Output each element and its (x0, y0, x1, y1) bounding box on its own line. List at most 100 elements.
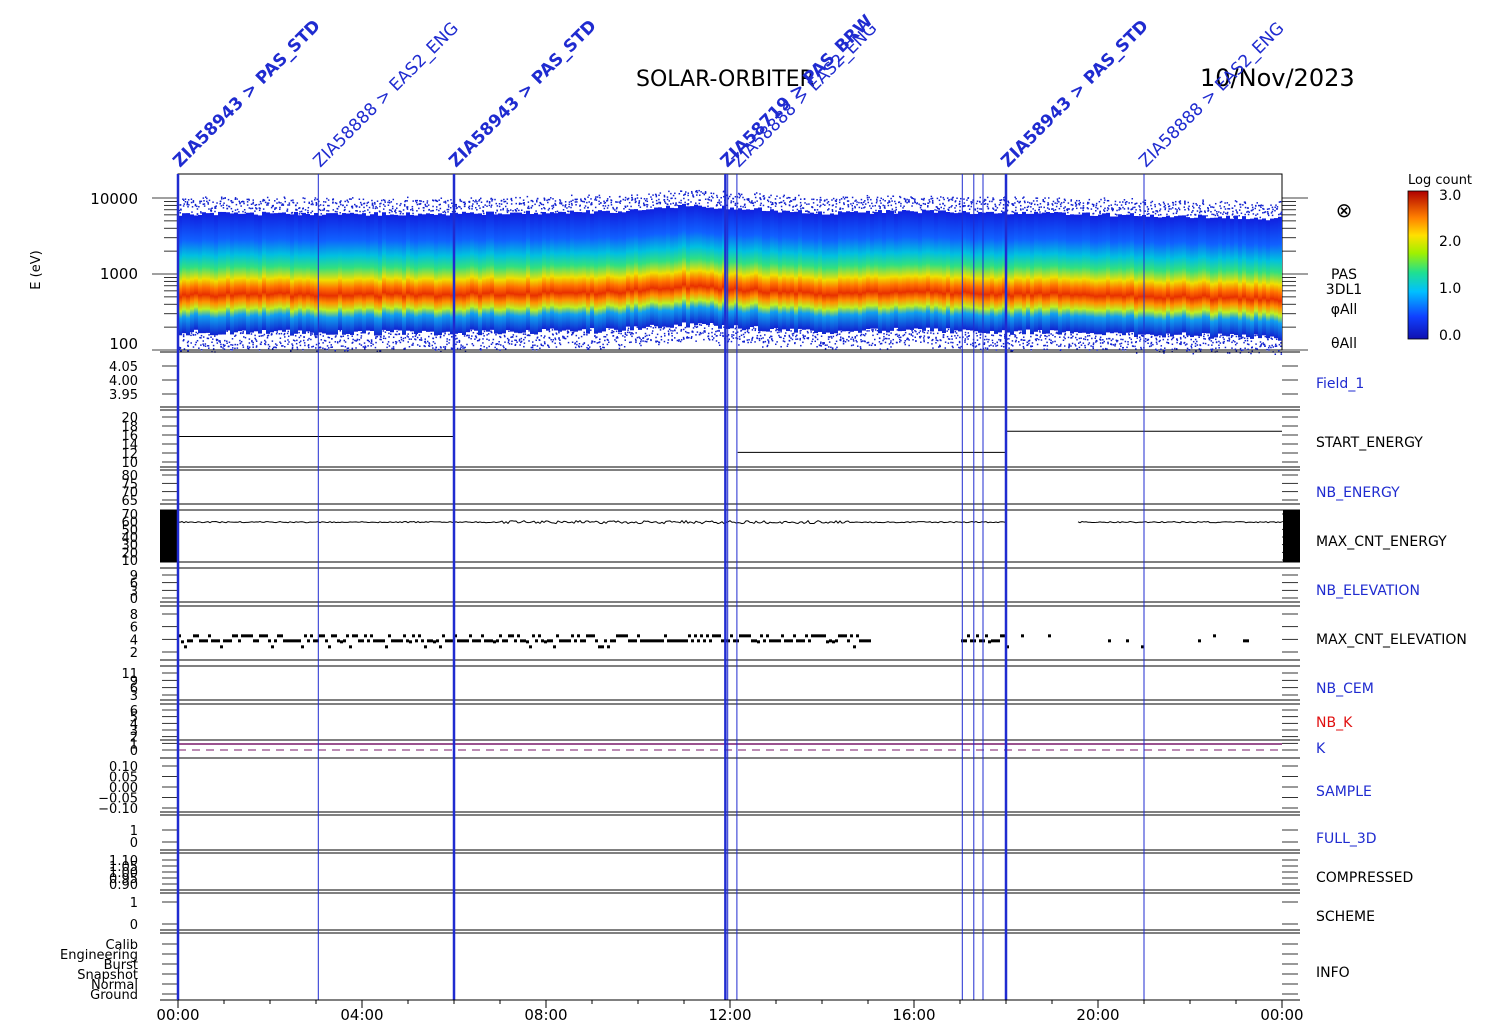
spectrogram-noise-pixel (987, 341, 989, 343)
spectrogram-noise-pixel (450, 206, 452, 209)
spectrogram-column (462, 211, 466, 335)
spectrogram-noise-pixel (1070, 199, 1073, 201)
spectrogram-noise-pixel (1075, 205, 1077, 207)
spectrogram-noise-pixel (315, 347, 317, 349)
spectrogram-noise-pixel (202, 197, 205, 199)
spectrogram-noise-pixel (640, 197, 643, 200)
elevation-point (523, 639, 526, 643)
spectrogram-noise-pixel (1243, 341, 1245, 344)
spectrogram-column (986, 211, 990, 334)
panel-label: SCHEME (1316, 909, 1375, 925)
spectrogram-noise-pixel (650, 325, 652, 328)
spectrogram-noise-pixel (448, 339, 451, 341)
spectrogram-noise-pixel (431, 344, 434, 347)
spectrogram-noise-pixel (382, 199, 385, 201)
spectrogram-noise-pixel (1034, 203, 1036, 206)
spectrogram-column (1134, 215, 1138, 337)
spectrogram-noise-pixel (792, 209, 794, 212)
spectrogram-noise-pixel (1018, 332, 1021, 334)
elevation-point (337, 639, 340, 643)
spectrogram-noise-pixel (976, 339, 979, 341)
spectrogram-noise-pixel (362, 198, 365, 201)
spectrogram-noise-pixel (754, 329, 756, 332)
elevation-point (292, 639, 295, 643)
elevation-point (319, 634, 322, 638)
spectrogram-noise-pixel (411, 205, 414, 208)
spectrogram-noise-pixel (954, 200, 957, 202)
spectrogram-noise-pixel (1128, 202, 1130, 204)
spectrogram-column (190, 214, 194, 333)
spectrogram-noise-pixel (538, 339, 541, 342)
spectrogram-noise-pixel (368, 211, 371, 214)
spectrogram-noise-pixel (762, 204, 765, 207)
spectrogram-noise-pixel (684, 326, 687, 329)
spectrogram-noise-pixel (734, 195, 737, 198)
spectrogram-noise-pixel (564, 337, 567, 340)
spectrogram-column (646, 209, 650, 327)
elevation-point (439, 645, 442, 649)
spectrogram-noise-pixel (1154, 203, 1156, 206)
spectrogram-noise-pixel (179, 212, 182, 214)
spectrogram-noise-pixel (880, 197, 882, 200)
spectrogram-noise-pixel (616, 336, 619, 338)
spectrogram-noise-pixel (1028, 202, 1031, 204)
spectrogram-noise-pixel (374, 207, 377, 210)
spectrogram-noise-pixel (1036, 334, 1039, 337)
spectrogram-noise-pixel (310, 212, 312, 214)
spectrogram-noise-pixel (916, 202, 919, 204)
spectrogram-noise-pixel (440, 197, 443, 199)
spectrogram-noise-pixel (666, 198, 669, 201)
elevation-point (769, 639, 772, 643)
spectrogram-noise-pixel (296, 348, 299, 350)
spectrogram-noise-pixel (986, 348, 989, 351)
spectrogram-noise-pixel (780, 345, 782, 348)
spectrogram-noise-pixel (412, 344, 414, 346)
elevation-point (697, 639, 700, 643)
elevation-point (850, 634, 853, 638)
spectrogram-noise-pixel (1015, 197, 1017, 200)
elevation-point (646, 639, 649, 643)
spectrogram-column (762, 210, 766, 332)
spectrogram-noise-pixel (1144, 338, 1147, 340)
spectrogram-column (1250, 218, 1254, 339)
spectrogram-noise-pixel (1274, 343, 1277, 346)
spectrogram-noise-pixel (916, 333, 919, 335)
spectrogram-noise-pixel (447, 206, 450, 208)
spectrogram-noise-pixel (308, 201, 310, 204)
spectrogram-noise-pixel (952, 341, 954, 344)
spectrogram-noise-pixel (1210, 348, 1212, 351)
spectrogram-noise-pixel (740, 205, 742, 208)
spectrogram-noise-pixel (1008, 343, 1011, 345)
elevation-point (754, 639, 757, 643)
elevation-point (760, 634, 763, 638)
spectrogram-noise-pixel (1239, 206, 1242, 208)
spectrogram-noise-pixel (494, 212, 497, 214)
spectrogram-noise-pixel (794, 342, 796, 345)
spectrogram-noise-pixel (1254, 334, 1256, 337)
spectrogram-noise-pixel (1238, 209, 1241, 211)
spectrogram-noise-pixel (1210, 211, 1212, 213)
elevation-point (220, 645, 223, 649)
spectrogram-noise-pixel (578, 337, 580, 339)
marker-label: ZIA58888 > EAS2_ENG (728, 18, 881, 171)
elevation-point (787, 639, 790, 643)
spectrogram-column (790, 212, 794, 329)
spectrogram-noise-pixel (239, 339, 241, 342)
quicklook-plot: SOLAR-ORBITER 10/Nov/2023 E (eV) 10000 1… (29, 11, 1472, 1020)
spectrogram-noise-pixel (580, 345, 583, 348)
spectrogram-noise-pixel (1244, 213, 1246, 216)
spectrogram-noise-pixel (864, 333, 867, 335)
spectrogram-noise-pixel (936, 332, 939, 335)
spectrogram-noise-pixel (1074, 202, 1077, 205)
spectrogram-noise-pixel (476, 332, 479, 335)
spectrogram-noise-pixel (288, 202, 291, 204)
spectrogram-noise-pixel (392, 198, 395, 201)
spectrogram-noise-pixel (551, 205, 553, 207)
spectrogram-noise-pixel (858, 201, 860, 204)
elevation-point (193, 634, 196, 638)
spectrogram-noise-pixel (1106, 209, 1109, 212)
spectrogram-noise-pixel (1030, 210, 1032, 213)
spectrogram-noise-pixel (483, 345, 485, 348)
spectrogram-noise-pixel (460, 207, 463, 210)
spectrogram-noise-pixel (851, 204, 854, 207)
